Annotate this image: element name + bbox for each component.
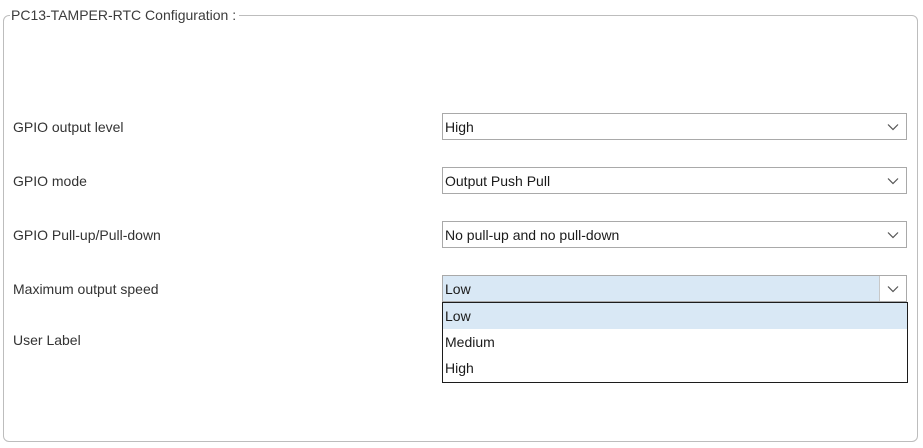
- gpio-pull-value: No pull-up and no pull-down: [445, 227, 620, 243]
- gpio-mode-label: GPIO mode: [13, 173, 87, 189]
- gpio-pull-label: GPIO Pull-up/Pull-down: [13, 227, 161, 243]
- configuration-page: PC13-TAMPER-RTC Configuration : GPIO out…: [0, 0, 923, 448]
- chevron-down-icon[interactable]: [879, 276, 906, 301]
- chevron-down-icon[interactable]: [880, 168, 906, 193]
- max-output-speed-value: Low: [445, 281, 471, 297]
- max-output-speed-label: Maximum output speed: [13, 281, 159, 297]
- dropdown-option-high[interactable]: High: [443, 355, 907, 381]
- gpio-pull-select[interactable]: No pull-up and no pull-down: [442, 221, 907, 248]
- max-output-speed-dropdown[interactable]: Low Medium High: [442, 302, 908, 383]
- dropdown-option-low[interactable]: Low: [443, 303, 907, 329]
- gpio-output-level-label: GPIO output level: [13, 119, 124, 135]
- chevron-down-icon[interactable]: [880, 222, 906, 247]
- gpio-output-level-value: High: [445, 119, 474, 135]
- max-output-speed-select[interactable]: Low: [442, 275, 907, 302]
- chevron-down-icon[interactable]: [880, 114, 906, 139]
- user-label-label: User Label: [13, 332, 81, 348]
- gpio-mode-select[interactable]: Output Push Pull: [442, 167, 907, 194]
- dropdown-option-medium[interactable]: Medium: [443, 329, 907, 355]
- gpio-mode-value: Output Push Pull: [445, 173, 551, 189]
- gpio-output-level-select[interactable]: High: [442, 113, 907, 140]
- panel-title: PC13-TAMPER-RTC Configuration :: [10, 7, 240, 23]
